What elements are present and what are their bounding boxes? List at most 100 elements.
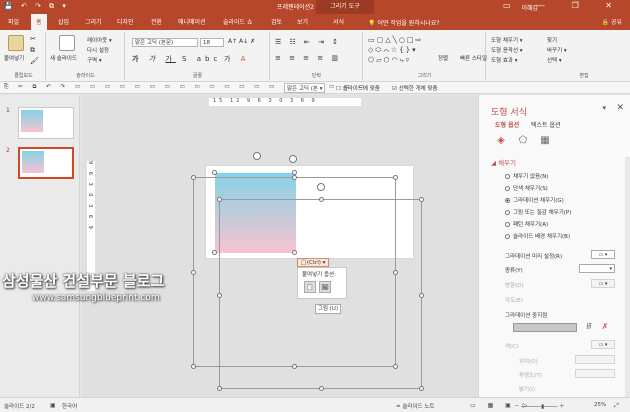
tab-file[interactable]: 파일 bbox=[8, 17, 19, 26]
rotate-handle[interactable] bbox=[253, 152, 261, 160]
radio-background-fill[interactable]: 슬라이드 배경 채우기(B) bbox=[505, 232, 570, 240]
resize-handle[interactable] bbox=[212, 170, 217, 175]
reset-button[interactable]: 다시 설정 bbox=[87, 46, 109, 54]
resize-handle[interactable] bbox=[191, 175, 196, 180]
direction-dropdown[interactable]: ▭ ▾ bbox=[591, 279, 615, 288]
language[interactable]: 한국어 bbox=[62, 402, 77, 410]
add-stop-icon[interactable]: ⭿ bbox=[583, 323, 595, 332]
shapes-gallery-row2[interactable]: ◇⬭⌒☆{}▾ bbox=[368, 46, 418, 55]
radio-gradient-fill[interactable]: 그라데이션 채우기(G) bbox=[505, 196, 564, 204]
tab-shape-options[interactable]: 도형 옵션 bbox=[495, 120, 519, 129]
tab-slideshow[interactable]: 슬라이드 쇼 bbox=[223, 17, 253, 26]
resize-handle[interactable] bbox=[393, 175, 398, 180]
resize-handle[interactable] bbox=[319, 386, 324, 391]
fill-section-header[interactable]: ◢ 채우기 bbox=[491, 157, 516, 167]
radio-no-fill[interactable]: 채우기 없음(N) bbox=[505, 172, 548, 180]
section-button[interactable]: 구역 ▾ bbox=[87, 56, 102, 64]
tab-transitions[interactable]: 전환 bbox=[151, 17, 162, 26]
format-painter-icon[interactable]: 🖌 bbox=[30, 57, 39, 65]
pane-scrollbar[interactable] bbox=[625, 157, 630, 397]
fill-line-icon[interactable]: ◈ bbox=[495, 135, 507, 147]
tab-home[interactable]: 홈 bbox=[31, 14, 47, 30]
tab-animations[interactable]: 애니메이션 bbox=[178, 17, 206, 26]
notes-button[interactable]: ≐ 슬라이드 노트 bbox=[396, 402, 434, 410]
color-dropdown[interactable]: ▭ ▾ bbox=[591, 340, 615, 349]
grow-font-icon[interactable]: A↑ A↓ ✗ bbox=[228, 38, 255, 45]
tell-me-search[interactable]: 💡 어떤 작업을 원하시나요? bbox=[368, 18, 440, 27]
transparency-input[interactable] bbox=[575, 369, 615, 378]
resize-handle[interactable] bbox=[292, 364, 297, 369]
paste-picture-icon[interactable]: 🖼 bbox=[319, 281, 331, 293]
slide-thumbnail-selected[interactable] bbox=[18, 147, 74, 179]
position-input[interactable] bbox=[575, 355, 615, 364]
shapes-gallery-row3[interactable]: ⬠▱⬡◠⤷▿ bbox=[368, 56, 411, 65]
font-style-icons[interactable]: 가 가 가 S abc bbox=[132, 54, 221, 64]
arrange-button[interactable]: 정렬 bbox=[438, 54, 448, 62]
resize-handle[interactable] bbox=[419, 197, 424, 202]
window-controls[interactable]: ▭ — ❐ ✕ bbox=[503, 1, 624, 10]
resize-handle[interactable] bbox=[292, 175, 297, 180]
tab-view[interactable]: 보기 bbox=[297, 17, 308, 26]
resize-handle[interactable] bbox=[191, 364, 196, 369]
fit-to-window-icon[interactable]: ⤢ bbox=[614, 402, 619, 410]
font-name-combo[interactable]: 맑은 고딕 (본문) bbox=[132, 38, 198, 47]
pane-options-icon[interactable]: ▾ bbox=[602, 104, 606, 112]
tab-draw[interactable]: 그리기 bbox=[85, 17, 102, 26]
rotate-handle[interactable] bbox=[317, 183, 325, 191]
new-slide-icon[interactable] bbox=[59, 35, 75, 51]
copy-icon[interactable]: ⧉ bbox=[30, 46, 35, 55]
radio-solid-fill[interactable]: 단색 채우기(S) bbox=[505, 184, 548, 192]
layout-button[interactable]: 레이아웃 ▾ bbox=[87, 36, 112, 44]
fit-selected-checkbox[interactable]: ☑ 선택한 개체 맞춤 bbox=[392, 84, 438, 92]
share-button[interactable]: 🔒 공유 bbox=[602, 17, 622, 26]
preset-gradient-dropdown[interactable]: ▭ ▾ bbox=[591, 250, 615, 259]
tab-format[interactable]: 서식 bbox=[333, 17, 344, 26]
size-properties-icon[interactable]: ▦ bbox=[539, 135, 551, 147]
remove-stop-icon[interactable]: ✗ bbox=[599, 323, 611, 332]
paste-keep-format-icon[interactable]: 📋 bbox=[304, 281, 316, 293]
cut-icon[interactable]: ✂ bbox=[30, 35, 36, 43]
rotate-handle[interactable] bbox=[289, 155, 297, 163]
spell-check-icon[interactable]: ▣ bbox=[50, 402, 56, 409]
shape-effects-button[interactable]: 도형 효과 ▾ bbox=[491, 56, 518, 64]
toolbar-font-combo[interactable]: 맑은 고딕 (본 ▾ bbox=[284, 83, 326, 93]
paste-button[interactable]: 붙여넣기 bbox=[4, 54, 24, 62]
gradient-stops-bar[interactable] bbox=[513, 323, 577, 332]
tab-design[interactable]: 디자인 bbox=[117, 17, 134, 26]
font-color-icons[interactable]: 가 A bbox=[224, 54, 249, 64]
resize-handle[interactable] bbox=[217, 386, 222, 391]
resize-handle[interactable] bbox=[191, 270, 196, 275]
slide-editor[interactable]: 15 12 9 6 3 0 3 6 9 9 6 3 0 3 6 9 📋(Ctrl… bbox=[81, 95, 477, 397]
paste-options-button[interactable]: 📋(Ctrl) ▾ bbox=[297, 258, 329, 267]
tab-insert[interactable]: 삽입 bbox=[58, 17, 69, 26]
resize-handle[interactable] bbox=[212, 250, 217, 255]
shapes-gallery[interactable]: ▭▢△╲○□⇨ bbox=[368, 36, 423, 44]
align-icons[interactable]: ≡ ≡ ≡ ≡ ▥ bbox=[275, 54, 341, 62]
tab-review[interactable]: 검토 bbox=[271, 17, 282, 26]
quick-styles-button[interactable]: 빠른 스타일 bbox=[460, 54, 487, 62]
resize-handle[interactable] bbox=[319, 197, 324, 202]
resize-handle[interactable] bbox=[419, 293, 424, 298]
zoom-slider[interactable]: － ──────▮──── ＋ bbox=[514, 402, 565, 410]
resize-handle[interactable] bbox=[419, 386, 424, 391]
resize-handle[interactable] bbox=[393, 364, 398, 369]
resize-handle[interactable] bbox=[393, 270, 398, 275]
fit-slide-checkbox[interactable]: ☐ 슬라이드에 맞춤 bbox=[336, 84, 380, 92]
list-icons[interactable]: ☰ ☷ ⇤ ⇥ ↕ bbox=[275, 38, 341, 46]
clipboard-icon[interactable] bbox=[8, 35, 24, 51]
resize-handle[interactable] bbox=[217, 293, 222, 298]
tab-text-options[interactable]: 텍스트 옵션 bbox=[531, 120, 561, 129]
find-button[interactable]: 찾기 bbox=[547, 36, 557, 44]
select-button[interactable]: 선택 ▾ bbox=[547, 56, 562, 64]
slide-thumbnail[interactable] bbox=[18, 107, 74, 139]
radio-pattern-fill[interactable]: 패턴 채우기(A) bbox=[505, 220, 548, 228]
zoom-level[interactable]: 25% bbox=[594, 402, 606, 408]
radio-picture-fill[interactable]: 그림 또는 질감 채우기(P) bbox=[505, 208, 571, 216]
shape-fill-button[interactable]: 도형 채우기 ▾ bbox=[491, 36, 523, 44]
replace-button[interactable]: 바꾸기 ▾ bbox=[547, 46, 567, 54]
font-size-combo[interactable]: 18 bbox=[200, 38, 224, 47]
resize-handle[interactable] bbox=[217, 197, 222, 202]
new-slide-button[interactable]: 새 슬라이드 bbox=[50, 54, 77, 62]
resize-handle[interactable] bbox=[292, 250, 297, 255]
close-icon[interactable]: ✕ bbox=[616, 103, 624, 113]
